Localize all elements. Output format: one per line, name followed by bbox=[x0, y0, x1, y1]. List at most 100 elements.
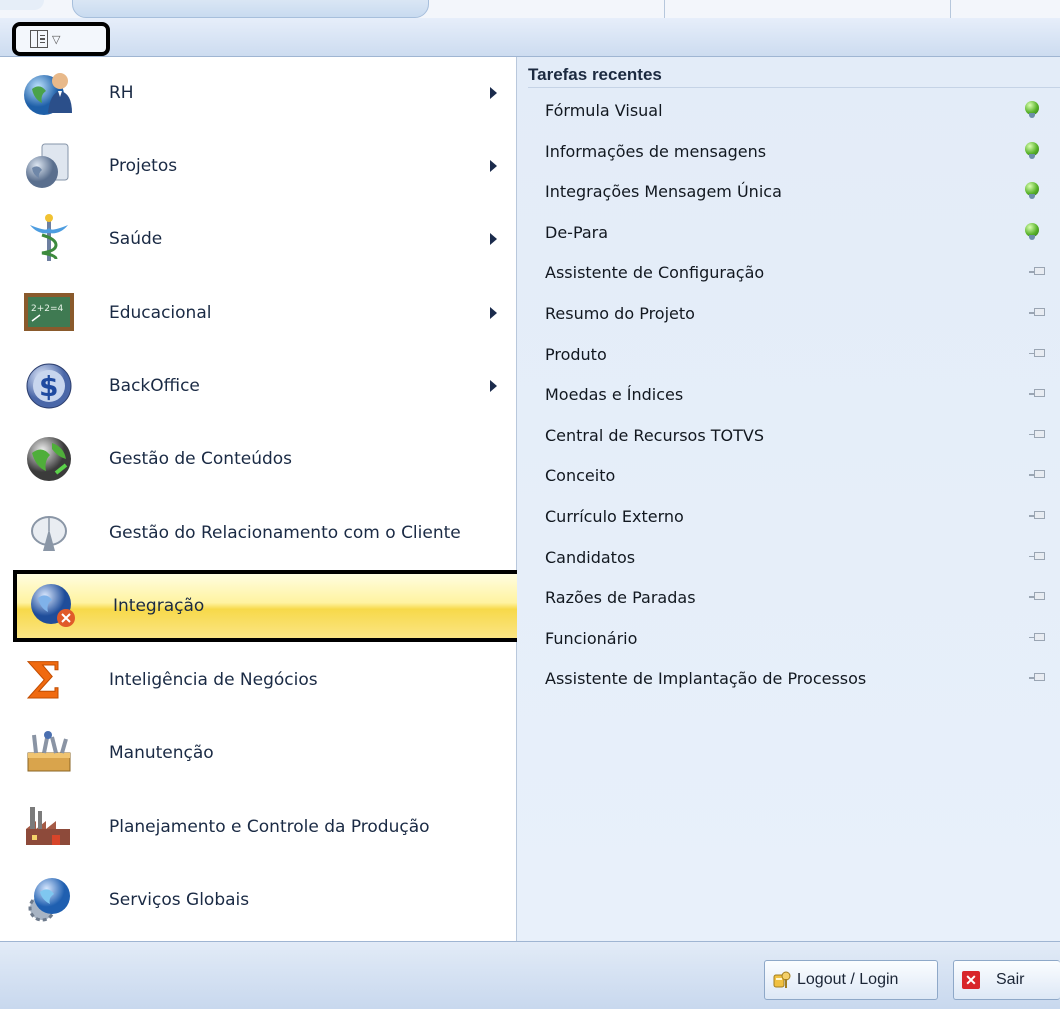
module-label: Gestão do Relacionamento com o Cliente bbox=[109, 523, 461, 543]
factory-icon bbox=[22, 801, 76, 853]
module-label: BackOffice bbox=[109, 376, 200, 396]
integration-globe-icon bbox=[26, 580, 80, 632]
recent-task-item[interactable]: Assistente de Implantação de Processos bbox=[517, 659, 1060, 699]
recent-task-item[interactable]: Fórmula Visual bbox=[517, 91, 1060, 131]
module-label: Manutenção bbox=[109, 743, 214, 763]
global-services-gear-icon bbox=[22, 874, 76, 926]
dollar-coin-icon: $ bbox=[22, 360, 76, 412]
exit-button[interactable]: ✕ Sair bbox=[953, 960, 1060, 1000]
tab-separator bbox=[664, 0, 665, 18]
module-item-planejamento-e-controle-da-producao[interactable]: Planejamento e Controle da Produção bbox=[8, 791, 516, 863]
recent-task-item[interactable]: Integrações Mensagem Única bbox=[517, 172, 1060, 212]
recent-task-label: Resumo do Projeto bbox=[545, 304, 695, 323]
svg-text:Σ: Σ bbox=[26, 654, 61, 706]
unpinned-icon[interactable] bbox=[1029, 592, 1047, 601]
close-icon: ✕ bbox=[962, 971, 980, 989]
unpinned-icon[interactable] bbox=[1029, 348, 1047, 358]
menu-toggle-button[interactable]: ▽ bbox=[12, 22, 110, 56]
recent-task-label: Conceito bbox=[545, 466, 616, 486]
module-item-inteligencia-de-negocios[interactable]: Σ Inteligência de Negócios bbox=[8, 644, 516, 716]
recent-task-label: Central de Recursos TOTVS bbox=[545, 425, 764, 445]
recent-task-item[interactable]: Currículo Externo bbox=[517, 497, 1060, 537]
recent-task-item[interactable]: Funcionário bbox=[517, 619, 1060, 659]
module-item-saude[interactable]: Saúde bbox=[8, 203, 516, 275]
unpinned-icon[interactable] bbox=[1029, 429, 1047, 439]
module-item-servicos-globais[interactable]: Serviços Globais bbox=[8, 864, 516, 936]
module-item-backoffice[interactable]: $ BackOffice bbox=[8, 350, 516, 422]
recent-task-label: Currículo Externo bbox=[545, 507, 684, 526]
module-label: Inteligência de Negócios bbox=[109, 670, 318, 690]
module-item-educacional[interactable]: 2+2=4 Educacional bbox=[8, 277, 516, 349]
recent-task-label: Assistente de Implantação de Processos bbox=[545, 669, 867, 689]
tab-fragment bbox=[0, 0, 44, 10]
module-label: Saúde bbox=[109, 229, 163, 249]
unpinned-icon[interactable] bbox=[1029, 551, 1047, 561]
module-label: Integração bbox=[113, 596, 205, 616]
unpinned-icon[interactable] bbox=[1029, 632, 1047, 642]
recent-tasks-title: Tarefas recentes bbox=[528, 65, 662, 84]
recent-task-item[interactable]: Informações de mensagens bbox=[517, 132, 1060, 172]
education-chalkboard-icon: 2+2=4 bbox=[22, 287, 76, 339]
recent-task-label: Razões de Paradas bbox=[545, 588, 696, 608]
recent-task-label: Candidatos bbox=[545, 547, 636, 567]
recent-task-item[interactable]: Assistente de Configuração bbox=[517, 253, 1060, 293]
recent-task-item[interactable]: Central de Recursos TOTVS bbox=[517, 416, 1060, 456]
unpinned-icon[interactable] bbox=[1029, 308, 1047, 317]
modules-panel: RH Projetos Saúde 2+2=4 Educacional $ BackOffi… bbox=[8, 57, 522, 941]
recent-task-item[interactable]: De-Para bbox=[517, 213, 1060, 253]
recent-task-label: Funcionário bbox=[545, 628, 638, 648]
module-item-projetos[interactable]: Projetos bbox=[8, 130, 516, 202]
recent-tasks-panel: Tarefas recentes Fórmula Visual Informaçõ… bbox=[517, 57, 1060, 941]
unpinned-icon[interactable] bbox=[1029, 389, 1047, 398]
menu-header-bar: ▽ bbox=[0, 18, 1060, 57]
pinned-icon[interactable] bbox=[1025, 141, 1039, 159]
submenu-arrow-icon bbox=[490, 87, 497, 99]
recent-task-item[interactable]: Razões de Paradas bbox=[517, 578, 1060, 618]
projects-globe-icon bbox=[22, 140, 76, 192]
panel-menu-icon bbox=[30, 30, 48, 48]
module-label: Planejamento e Controle da Produção bbox=[109, 817, 430, 837]
health-caduceus-icon bbox=[22, 213, 76, 265]
pinned-icon[interactable] bbox=[1025, 222, 1039, 240]
module-label: Serviços Globais bbox=[109, 890, 250, 910]
module-item-gestao-do-relacionamento-com-o-cliente[interactable]: Gestão do Relacionamento com o Cliente bbox=[8, 497, 516, 569]
footer-bar: Logout / Login ✕ Sair bbox=[0, 941, 1060, 1009]
unpinned-icon[interactable] bbox=[1029, 511, 1047, 520]
submenu-arrow-icon bbox=[490, 233, 497, 245]
pinned-icon[interactable] bbox=[1025, 182, 1039, 200]
sigma-icon: Σ bbox=[22, 651, 76, 711]
submenu-arrow-icon bbox=[490, 307, 497, 319]
unpinned-icon[interactable] bbox=[1029, 673, 1047, 682]
unpinned-icon[interactable] bbox=[1029, 267, 1047, 276]
logout-login-label: Logout / Login bbox=[797, 971, 899, 988]
submenu-arrow-icon bbox=[490, 160, 497, 172]
recent-task-label: Moedas e Índices bbox=[545, 385, 684, 405]
hr-person-globe-icon bbox=[22, 67, 76, 119]
recent-task-item[interactable]: Produto bbox=[517, 335, 1060, 375]
recent-task-label: Informações de mensagens bbox=[545, 141, 767, 161]
module-item-gestao-de-conteudos[interactable]: Gestão de Conteúdos bbox=[8, 423, 516, 495]
top-tab-strip bbox=[0, 0, 1060, 18]
recent-task-item[interactable]: Moedas e Índices bbox=[517, 375, 1060, 415]
maintenance-toolbox-icon bbox=[22, 727, 76, 779]
svg-text:2+2=4: 2+2=4 bbox=[31, 304, 64, 314]
svg-text:$: $ bbox=[39, 370, 58, 403]
recent-task-item[interactable]: Resumo do Projeto bbox=[517, 294, 1060, 334]
module-item-rh[interactable]: RH bbox=[8, 57, 516, 129]
crm-satellite-icon bbox=[22, 507, 76, 559]
divider bbox=[528, 87, 1060, 88]
recent-task-item[interactable]: Conceito bbox=[517, 456, 1060, 496]
recent-task-label: Fórmula Visual bbox=[545, 101, 663, 120]
module-label: RH bbox=[109, 83, 134, 103]
document-tab[interactable] bbox=[72, 0, 429, 18]
unpinned-icon[interactable] bbox=[1029, 470, 1047, 479]
module-label: Educacional bbox=[109, 303, 212, 323]
keys-icon bbox=[773, 970, 793, 990]
module-item-manutencao[interactable]: Manutenção bbox=[8, 717, 516, 789]
chevron-down-icon: ▽ bbox=[52, 32, 61, 46]
recent-task-item[interactable]: Candidatos bbox=[517, 538, 1060, 578]
submenu-arrow-icon bbox=[490, 380, 497, 392]
module-item-integracao[interactable]: Integração bbox=[13, 570, 522, 642]
logout-login-button[interactable]: Logout / Login bbox=[764, 960, 938, 1000]
pinned-icon[interactable] bbox=[1025, 101, 1039, 118]
